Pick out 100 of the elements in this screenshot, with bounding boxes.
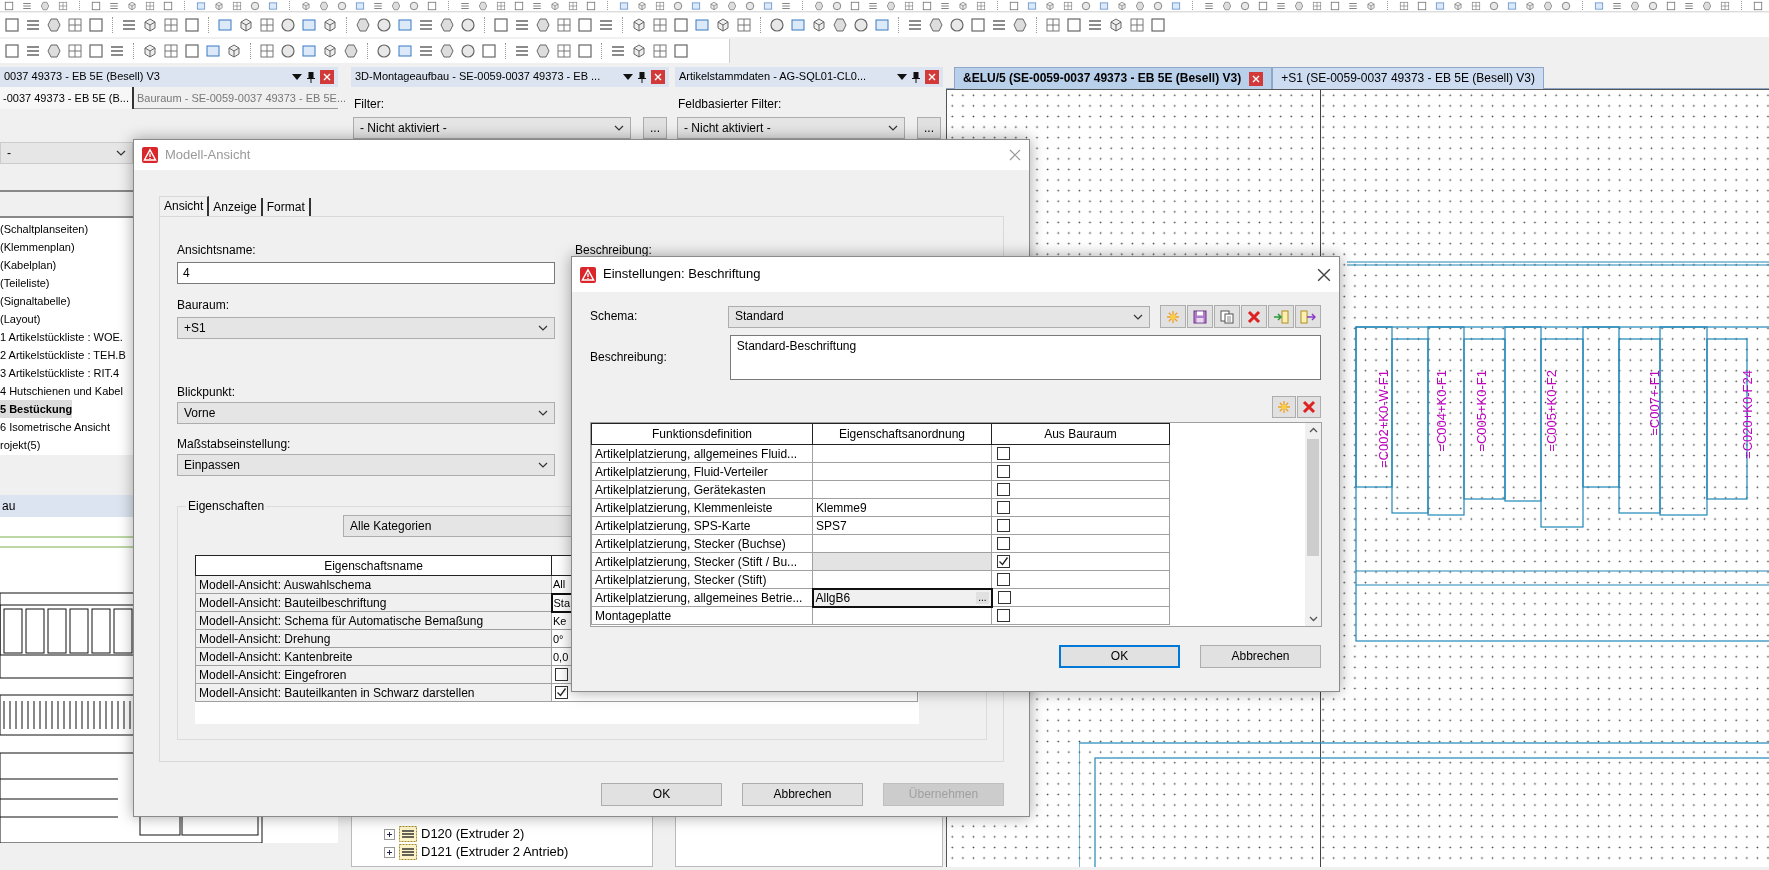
frame-tool-icon[interactable] bbox=[691, 0, 701, 11]
scroll-up-icon[interactable] bbox=[1308, 427, 1318, 433]
frame-tool-icon[interactable] bbox=[790, 17, 806, 33]
frame-tool-icon[interactable] bbox=[196, 0, 206, 11]
frame-tool-icon[interactable] bbox=[1099, 0, 1109, 11]
frame-tool-icon[interactable] bbox=[355, 0, 365, 11]
cube-tool-icon[interactable] bbox=[715, 17, 731, 33]
frame-tool-icon[interactable] bbox=[301, 43, 317, 59]
square-tool-icon[interactable] bbox=[88, 43, 104, 59]
lines-tool-icon[interactable] bbox=[514, 17, 530, 33]
lines-tool-icon[interactable] bbox=[1087, 17, 1103, 33]
hexagon-tool-icon[interactable] bbox=[46, 17, 62, 33]
cube-tool-icon[interactable] bbox=[214, 0, 224, 11]
square-tool-icon[interactable] bbox=[4, 0, 14, 11]
circle-tool-icon[interactable] bbox=[1561, 0, 1571, 11]
frame-tool-icon[interactable] bbox=[1171, 0, 1181, 11]
hexagon-tool-icon[interactable] bbox=[727, 0, 737, 11]
circle-tool-icon[interactable] bbox=[376, 17, 392, 33]
grid-tool-icon[interactable] bbox=[232, 0, 242, 11]
dropdown-arrow-icon[interactable] bbox=[623, 74, 633, 80]
lines-tool-icon[interactable] bbox=[25, 17, 41, 33]
lines-tool-icon[interactable] bbox=[22, 0, 32, 11]
dialog-button[interactable]: Abbrechen bbox=[742, 783, 863, 806]
square-tool-icon[interactable] bbox=[1150, 17, 1166, 33]
grid-tool-icon[interactable] bbox=[145, 0, 155, 11]
lines-tool-icon[interactable] bbox=[598, 17, 614, 33]
expand-icon[interactable] bbox=[384, 828, 395, 840]
circle-tool-icon[interactable] bbox=[460, 43, 476, 59]
tree-item[interactable]: (Signaltabelle) bbox=[0, 292, 71, 310]
frame-tool-icon[interactable] bbox=[619, 0, 629, 11]
frame-tool-icon[interactable] bbox=[1594, 0, 1604, 11]
grid-tool-icon[interactable] bbox=[736, 17, 752, 33]
hexagon-tool-icon[interactable] bbox=[46, 43, 62, 59]
lines-tool-icon[interactable] bbox=[460, 0, 470, 11]
tree-item[interactable]: 6 Isometrische Ansicht bbox=[0, 418, 111, 436]
lines-tool-icon[interactable] bbox=[1684, 0, 1694, 11]
hexagon-tool-icon[interactable] bbox=[478, 0, 488, 11]
pin-icon[interactable] bbox=[638, 71, 646, 83]
hexagon-tool-icon[interactable] bbox=[535, 43, 551, 59]
filter-dropdown[interactable]: - Nicht aktiviert - bbox=[353, 117, 631, 139]
filter-dropdown[interactable]: - Nicht aktiviert - bbox=[677, 117, 905, 139]
circle-tool-icon[interactable] bbox=[250, 0, 260, 11]
lines-tool-icon[interactable] bbox=[418, 43, 434, 59]
frame-tool-icon[interactable] bbox=[874, 17, 890, 33]
square-tool-icon[interactable] bbox=[1417, 0, 1427, 11]
frame-tool-icon[interactable] bbox=[301, 17, 317, 33]
dialog-button[interactable]: OK bbox=[601, 783, 722, 806]
grid-tool-icon[interactable] bbox=[652, 17, 668, 33]
grid-tool-icon[interactable] bbox=[259, 43, 275, 59]
cube-tool-icon[interactable] bbox=[637, 0, 647, 11]
tree-item[interactable]: D120 (Extruder 2) bbox=[421, 825, 525, 843]
lines-tool-icon[interactable] bbox=[907, 17, 923, 33]
hexagon-tool-icon[interactable] bbox=[1630, 0, 1640, 11]
checkbox[interactable] bbox=[997, 537, 1010, 550]
lines-tool-icon[interactable] bbox=[418, 17, 434, 33]
square-tool-icon[interactable] bbox=[514, 0, 524, 11]
circle-tool-icon[interactable] bbox=[1648, 0, 1658, 11]
cube-tool-icon[interactable] bbox=[811, 17, 827, 33]
lines-tool-icon[interactable] bbox=[940, 0, 950, 11]
grid-tool-icon[interactable] bbox=[1045, 17, 1061, 33]
cube-tool-icon[interactable] bbox=[142, 43, 158, 59]
scheme-dropdown[interactable]: Standard bbox=[728, 305, 1150, 328]
circle-tool-icon[interactable] bbox=[1489, 0, 1499, 11]
hexagon-tool-icon[interactable] bbox=[832, 17, 848, 33]
frame-tool-icon[interactable] bbox=[1507, 0, 1517, 11]
cube-tool-icon[interactable] bbox=[226, 43, 242, 59]
hexagon-tool-icon[interactable] bbox=[1222, 0, 1232, 11]
frame-tool-icon[interactable] bbox=[1027, 0, 1037, 11]
circle-tool-icon[interactable] bbox=[409, 0, 419, 11]
pin-icon[interactable] bbox=[307, 71, 315, 83]
hexagon-tool-icon[interactable] bbox=[439, 17, 455, 33]
cube-tool-icon[interactable] bbox=[709, 0, 719, 11]
frame-tool-icon[interactable] bbox=[217, 17, 233, 33]
square-tool-icon[interactable] bbox=[1009, 0, 1019, 11]
pin-icon[interactable] bbox=[912, 71, 920, 83]
hexagon-tool-icon[interactable] bbox=[1294, 0, 1304, 11]
square-tool-icon[interactable] bbox=[1666, 0, 1676, 11]
square-tool-icon[interactable] bbox=[91, 0, 101, 11]
grid-tool-icon[interactable] bbox=[1399, 0, 1409, 11]
circle-tool-icon[interactable] bbox=[1081, 0, 1091, 11]
cube-tool-icon[interactable] bbox=[322, 17, 338, 33]
circle-tool-icon[interactable] bbox=[853, 17, 869, 33]
dialog-tab[interactable]: Ansicht bbox=[159, 196, 210, 216]
checkbox[interactable] bbox=[997, 483, 1010, 496]
checkbox[interactable] bbox=[997, 519, 1010, 532]
hexagon-tool-icon[interactable] bbox=[1702, 0, 1712, 11]
space-dropdown[interactable]: +S1 bbox=[177, 317, 555, 339]
view-name-field[interactable]: 4 bbox=[177, 262, 555, 284]
copy-button[interactable] bbox=[1214, 305, 1240, 328]
lines-tool-icon[interactable] bbox=[781, 0, 791, 11]
grid-tool-icon[interactable] bbox=[556, 43, 572, 59]
square-tool-icon[interactable] bbox=[1330, 0, 1340, 11]
close-icon[interactable] bbox=[1317, 267, 1331, 282]
close-icon[interactable] bbox=[1249, 71, 1264, 86]
lines-tool-icon[interactable] bbox=[532, 0, 542, 11]
square-tool-icon[interactable] bbox=[673, 43, 689, 59]
circle-tool-icon[interactable] bbox=[460, 17, 476, 33]
frame-tool-icon[interactable] bbox=[268, 0, 278, 11]
cube-tool-icon[interactable] bbox=[631, 43, 647, 59]
checkbox[interactable] bbox=[997, 609, 1010, 622]
